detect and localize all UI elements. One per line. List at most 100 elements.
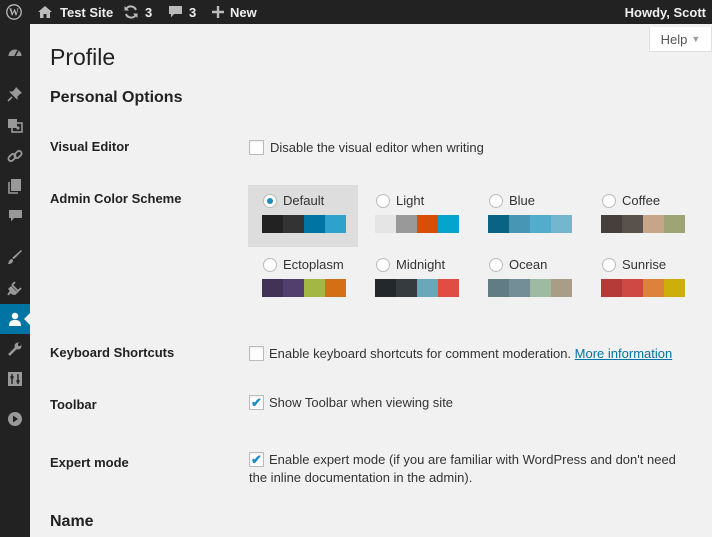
admin-menu-sidebar [0,24,31,537]
admin-color-scheme-label: Admin Color Scheme [50,191,182,206]
color-scheme-name: Coffee [622,193,661,208]
caret-down-icon: ▼ [691,34,701,44]
color-swatch [551,279,572,297]
pin-icon[interactable] [0,79,30,109]
color-swatch [283,215,304,233]
color-swatch [396,279,417,297]
color-scheme-option-ectoplasm[interactable]: Ectoplasm [248,249,358,311]
plus-icon [212,6,224,18]
color-swatch [375,279,396,297]
color-swatches [262,279,346,297]
help-tab-button[interactable]: Help ▼ [649,27,712,52]
comment-bubble-icon [169,6,182,18]
appearance-icon[interactable] [0,242,30,272]
svg-text:W: W [9,8,19,19]
color-swatch [304,215,325,233]
updates-icon [124,5,138,19]
color-scheme-name: Ectoplasm [283,257,344,272]
color-swatches [601,215,685,233]
color-swatches [488,279,572,297]
color-swatch [664,279,685,297]
color-scheme-option-midnight[interactable]: Midnight [361,249,471,311]
updates-count: 3 [145,4,153,20]
color-scheme-option-sunrise[interactable]: Sunrise [587,249,697,311]
color-swatches [375,215,459,233]
expert-mode-option-line1: Enable expert mode (if you are familiar … [269,452,676,467]
new-content-link[interactable]: New [212,0,257,24]
wordpress-logo-icon[interactable]: W [0,0,28,24]
color-scheme-radio[interactable] [263,194,277,208]
visual-editor-checkbox[interactable] [249,140,264,155]
color-swatch [643,279,664,297]
color-swatch [396,215,417,233]
media-icon[interactable] [0,110,30,140]
plugins-icon[interactable] [0,273,30,303]
keyboard-shortcuts-option-text: Enable keyboard shortcuts for comment mo… [269,346,572,361]
site-name-label: Test Site [60,4,114,20]
show-toolbar-checkbox[interactable]: ✔ [249,395,264,410]
color-scheme-radio[interactable] [376,194,390,208]
color-scheme-name: Ocean [509,257,548,272]
color-swatch [438,215,459,233]
home-icon [38,6,52,18]
howdy-account-link[interactable]: Howdy, Scott [625,0,706,24]
color-swatch [283,279,304,297]
admin-bar: W Test Site 3 3 New Howdy, Scott [0,0,712,24]
color-swatch [622,215,643,233]
color-scheme-radio[interactable] [602,194,616,208]
color-scheme-option-blue[interactable]: Blue [474,185,584,247]
comments-link[interactable]: 3 [168,0,196,24]
color-swatch [530,279,551,297]
visual-editor-label: Visual Editor [50,139,130,154]
color-scheme-name: Midnight [396,257,446,272]
expert-mode-option-line2: the inline documentation in the admin). [249,470,473,485]
color-scheme-option-light[interactable]: Light [361,185,471,247]
color-scheme-option-coffee[interactable]: Coffee [587,185,697,247]
color-swatch [438,279,459,297]
pages-icon[interactable] [0,171,30,201]
color-swatch [262,215,283,233]
color-swatch [375,215,396,233]
color-swatch [262,279,283,297]
color-swatch [488,215,509,233]
color-swatches [262,215,346,233]
settings-icon[interactable] [0,364,30,394]
updates-link[interactable]: 3 [123,0,152,24]
keyboard-shortcuts-checkbox[interactable] [249,346,264,361]
more-information-link[interactable]: More information [575,346,673,361]
color-scheme-option-ocean[interactable]: Ocean [474,249,584,311]
color-swatch [551,215,572,233]
tools-icon[interactable] [0,334,30,364]
color-swatch [601,215,622,233]
color-scheme-radio[interactable] [376,258,390,272]
personal-options-heading: Personal Options [50,89,183,106]
color-swatch [325,279,346,297]
expert-mode-checkbox[interactable]: ✔ [249,452,264,467]
color-swatch [304,279,325,297]
color-swatch [488,279,509,297]
comments-count: 3 [189,4,197,20]
site-name-link[interactable]: Test Site [37,0,113,24]
comments-icon[interactable] [0,201,30,231]
color-scheme-name: Light [396,193,425,208]
keyboard-shortcuts-label: Keyboard Shortcuts [50,345,175,360]
color-scheme-option-default[interactable]: Default [248,185,358,247]
color-scheme-name: Default [283,193,325,208]
color-scheme-name: Sunrise [622,257,667,272]
color-swatch [509,279,530,297]
links-icon[interactable] [0,141,30,171]
color-scheme-radio[interactable] [602,258,616,272]
color-swatches [375,279,459,297]
color-scheme-radio[interactable] [489,258,503,272]
color-scheme-radio[interactable] [263,258,277,272]
users-icon[interactable] [0,304,31,334]
color-scheme-radio[interactable] [489,194,503,208]
new-label: New [230,4,257,20]
color-swatch [622,279,643,297]
collapse-icon[interactable] [0,404,30,434]
expert-mode-label: Expert mode [50,455,129,470]
dashboard-icon[interactable] [0,38,30,68]
color-swatch [509,215,530,233]
toolbar-label: Toolbar [50,397,97,412]
color-swatch [643,215,664,233]
